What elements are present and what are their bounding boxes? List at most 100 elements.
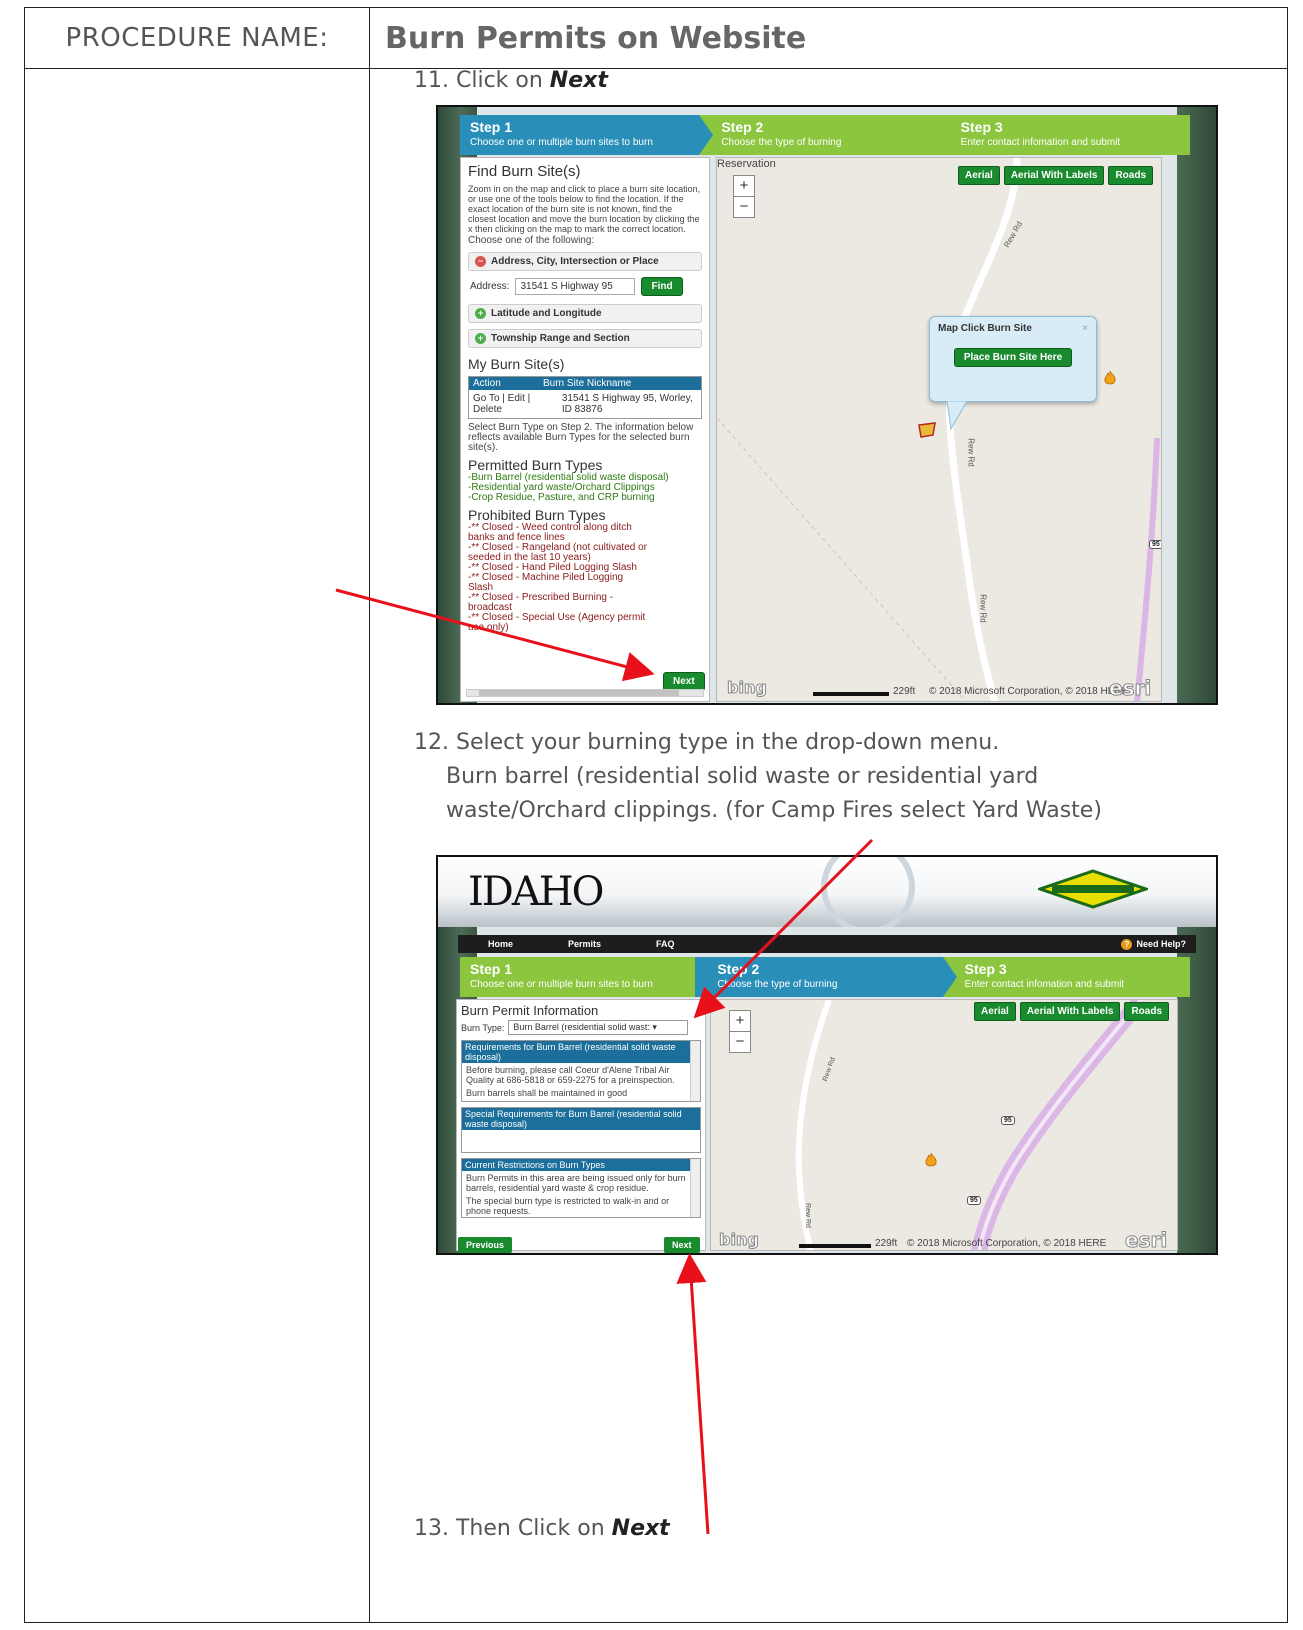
zoom-control[interactable]: + − bbox=[733, 175, 755, 218]
zoom-control[interactable]: + − bbox=[729, 1010, 751, 1053]
row-site: 31541 S Highway 95, Worley, ID 83876 bbox=[561, 393, 693, 415]
place-burn-site-button[interactable]: Place Burn Site Here bbox=[953, 348, 1073, 367]
scrollbar[interactable] bbox=[690, 1041, 700, 1101]
step-12-line1: 12. Select your burning type in the drop… bbox=[414, 730, 1000, 755]
aerial-button[interactable]: Aerial bbox=[958, 166, 1000, 185]
wizard-step-3[interactable]: Step 3 Enter contact infomation and subm… bbox=[942, 957, 1190, 997]
restrictions-text: The special burn type is restricted to w… bbox=[466, 1196, 670, 1216]
address-label: Address: bbox=[470, 281, 510, 292]
step-12-text: 12. Select your burning type in the drop… bbox=[414, 726, 1102, 828]
wizard-step-2-sub: Choose the type of burning bbox=[721, 137, 842, 148]
step-11-next: Next bbox=[549, 68, 608, 93]
map-roads bbox=[717, 158, 1160, 701]
basemap-buttons: Aerial Aerial With Labels Roads bbox=[958, 166, 1153, 185]
bing-logo: bing bbox=[727, 678, 768, 698]
my-burn-sites-heading: My Burn Site(s) bbox=[468, 356, 565, 372]
find-burn-site-heading: Find Burn Site(s) bbox=[468, 163, 581, 180]
collapse-icon: − bbox=[475, 256, 486, 267]
prohibited-item: -** Closed - Weed control along ditch ba… bbox=[468, 522, 632, 543]
aerial-button[interactable]: Aerial bbox=[974, 1002, 1016, 1021]
burn-type-select[interactable]: Burn Barrel (residential solid wast: ▾ bbox=[508, 1020, 689, 1035]
requirements-text: Burn barrels shall be maintained in good bbox=[466, 1088, 628, 1098]
nav-faq[interactable]: FAQ bbox=[656, 939, 675, 949]
roads-button[interactable]: Roads bbox=[1108, 166, 1153, 185]
zoom-in-button[interactable]: + bbox=[734, 176, 754, 196]
idaho-header: IDAHO bbox=[438, 857, 1216, 927]
accordion-latlon[interactable]: + Latitude and Longitude bbox=[468, 304, 702, 323]
step-13-next: Next bbox=[611, 1516, 670, 1541]
burn-sites-table: Action Burn Site Nickname Go To | Edit |… bbox=[468, 376, 702, 419]
popup-pointer-icon bbox=[947, 401, 968, 431]
select-note: Select Burn Type on Step 2. The informat… bbox=[468, 422, 694, 453]
highway-shield: 95 bbox=[1001, 1116, 1015, 1125]
popup-close-icon[interactable]: × bbox=[1082, 323, 1088, 334]
accordion-address-label: Address, City, Intersection or Place bbox=[491, 256, 659, 267]
permitted-item: -Crop Residue, Pasture, and CRP burning bbox=[468, 492, 655, 503]
bing-logo: bing bbox=[719, 1230, 760, 1250]
map-reservation-label: Reservation bbox=[717, 158, 776, 170]
popup-title: Map Click Burn Site bbox=[938, 323, 1032, 334]
special-requirements-box[interactable]: Special Requirements for Burn Barrel (re… bbox=[461, 1107, 701, 1153]
zoom-out-button[interactable]: − bbox=[734, 196, 754, 217]
requirements-heading: Requirements for Burn Barrel (residentia… bbox=[462, 1041, 700, 1063]
expand-icon: + bbox=[475, 333, 486, 344]
restrictions-box[interactable]: Current Restrictions on Burn Types Burn … bbox=[461, 1158, 701, 1218]
special-requirements-heading: Special Requirements for Burn Barrel (re… bbox=[462, 1108, 700, 1130]
wizard-step-3-sub: Enter contact infomation and submit bbox=[964, 979, 1125, 990]
wizard-step-2-sub: Choose the type of burning bbox=[717, 979, 838, 990]
wizard-step-3[interactable]: Step 3 Enter contact infomation and subm… bbox=[950, 115, 1190, 155]
nav-home[interactable]: Home bbox=[488, 939, 513, 949]
wizard-step-1-title: Step 1 bbox=[470, 961, 513, 977]
wizard-step-2[interactable]: Step 2 Choose the type of burning bbox=[695, 957, 958, 997]
zoom-out-button[interactable]: − bbox=[730, 1031, 750, 1052]
wizard-step-2-title: Step 2 bbox=[721, 119, 764, 135]
scale-label: 229ft bbox=[893, 686, 916, 697]
prohibited-item: -** Closed - Special Use (Agency permit … bbox=[468, 612, 646, 633]
restrictions-heading: Current Restrictions on Burn Types bbox=[462, 1159, 700, 1171]
step-11-text: 11. Click on Next bbox=[414, 64, 608, 98]
accordion-township-label: Township Range and Section bbox=[491, 333, 630, 344]
find-button[interactable]: Find bbox=[641, 277, 683, 296]
need-help-link[interactable]: ? Need Help? bbox=[1121, 938, 1186, 950]
address-input[interactable]: 31541 S Highway 95 bbox=[515, 278, 636, 295]
horizontal-scrollbar[interactable] bbox=[466, 689, 704, 697]
accordion-township[interactable]: + Township Range and Section bbox=[468, 329, 702, 348]
wizard-step-1[interactable]: Step 1 Choose one or multiple burn sites… bbox=[460, 957, 696, 997]
restrictions-body: Burn Permits in this area are being issu… bbox=[462, 1171, 690, 1217]
col-action: Action bbox=[473, 378, 501, 389]
table-row: Go To | Edit | Delete 31541 S Highway 95… bbox=[469, 390, 701, 418]
map-view[interactable]: Reservation + − Aerial Aerial With Label… bbox=[716, 157, 1162, 702]
zoom-in-button[interactable]: + bbox=[730, 1011, 750, 1031]
wizard-step-2[interactable]: Step 2 Choose the type of burning bbox=[699, 115, 951, 155]
previous-button[interactable]: Previous bbox=[458, 1237, 513, 1253]
col-nickname: Burn Site Nickname bbox=[543, 378, 632, 389]
wizard-step-1-title: Step 1 bbox=[470, 119, 513, 135]
address-row: Address: 31541 S Highway 95 Find bbox=[470, 277, 702, 296]
accordion-address[interactable]: − Address, City, Intersection or Place bbox=[468, 252, 702, 271]
next-button[interactable]: Next bbox=[664, 1237, 700, 1253]
scrollbar[interactable] bbox=[690, 1159, 700, 1217]
procedure-name-label: PROCEDURE NAME: bbox=[65, 23, 329, 53]
scale-label: 229ft bbox=[875, 1238, 898, 1249]
map-view[interactable]: + − Aerial Aerial With Labels Roads Rew … bbox=[710, 999, 1178, 1251]
find-intro: Zoom in on the map and click to place a … bbox=[468, 184, 701, 234]
map-credits: © 2018 Microsoft Corporation, © 2018 HER… bbox=[907, 1238, 1107, 1249]
row-actions[interactable]: Go To | Edit | Delete bbox=[473, 393, 562, 415]
scale-bar bbox=[799, 1244, 871, 1248]
step-13-prefix: 13. Then Click on bbox=[414, 1516, 612, 1541]
dept-of-lands-logo-icon bbox=[1038, 869, 1148, 909]
road-label: Rew Rd bbox=[978, 594, 988, 623]
wizard-step-1[interactable]: Step 1 Choose one or multiple burn sites… bbox=[460, 115, 714, 155]
requirements-box[interactable]: Requirements for Burn Barrel (residentia… bbox=[461, 1040, 701, 1102]
wizard-step-1-sub: Choose one or multiple burn sites to bur… bbox=[470, 137, 653, 148]
flame-icon bbox=[1104, 370, 1116, 385]
roads-button[interactable]: Roads bbox=[1124, 1002, 1169, 1021]
nav-permits[interactable]: Permits bbox=[568, 939, 601, 949]
highway-shield: 95 bbox=[1149, 540, 1161, 549]
aerial-labels-button[interactable]: Aerial With Labels bbox=[1019, 1002, 1121, 1021]
aerial-labels-button[interactable]: Aerial With Labels bbox=[1003, 166, 1105, 185]
step-12-line2: Burn barrel (residential solid waste or … bbox=[446, 764, 1039, 789]
scrollbar-thumb[interactable] bbox=[479, 690, 679, 696]
step-13-text: 13. Then Click on Next bbox=[414, 1512, 670, 1546]
state-seal-icon bbox=[821, 857, 915, 927]
